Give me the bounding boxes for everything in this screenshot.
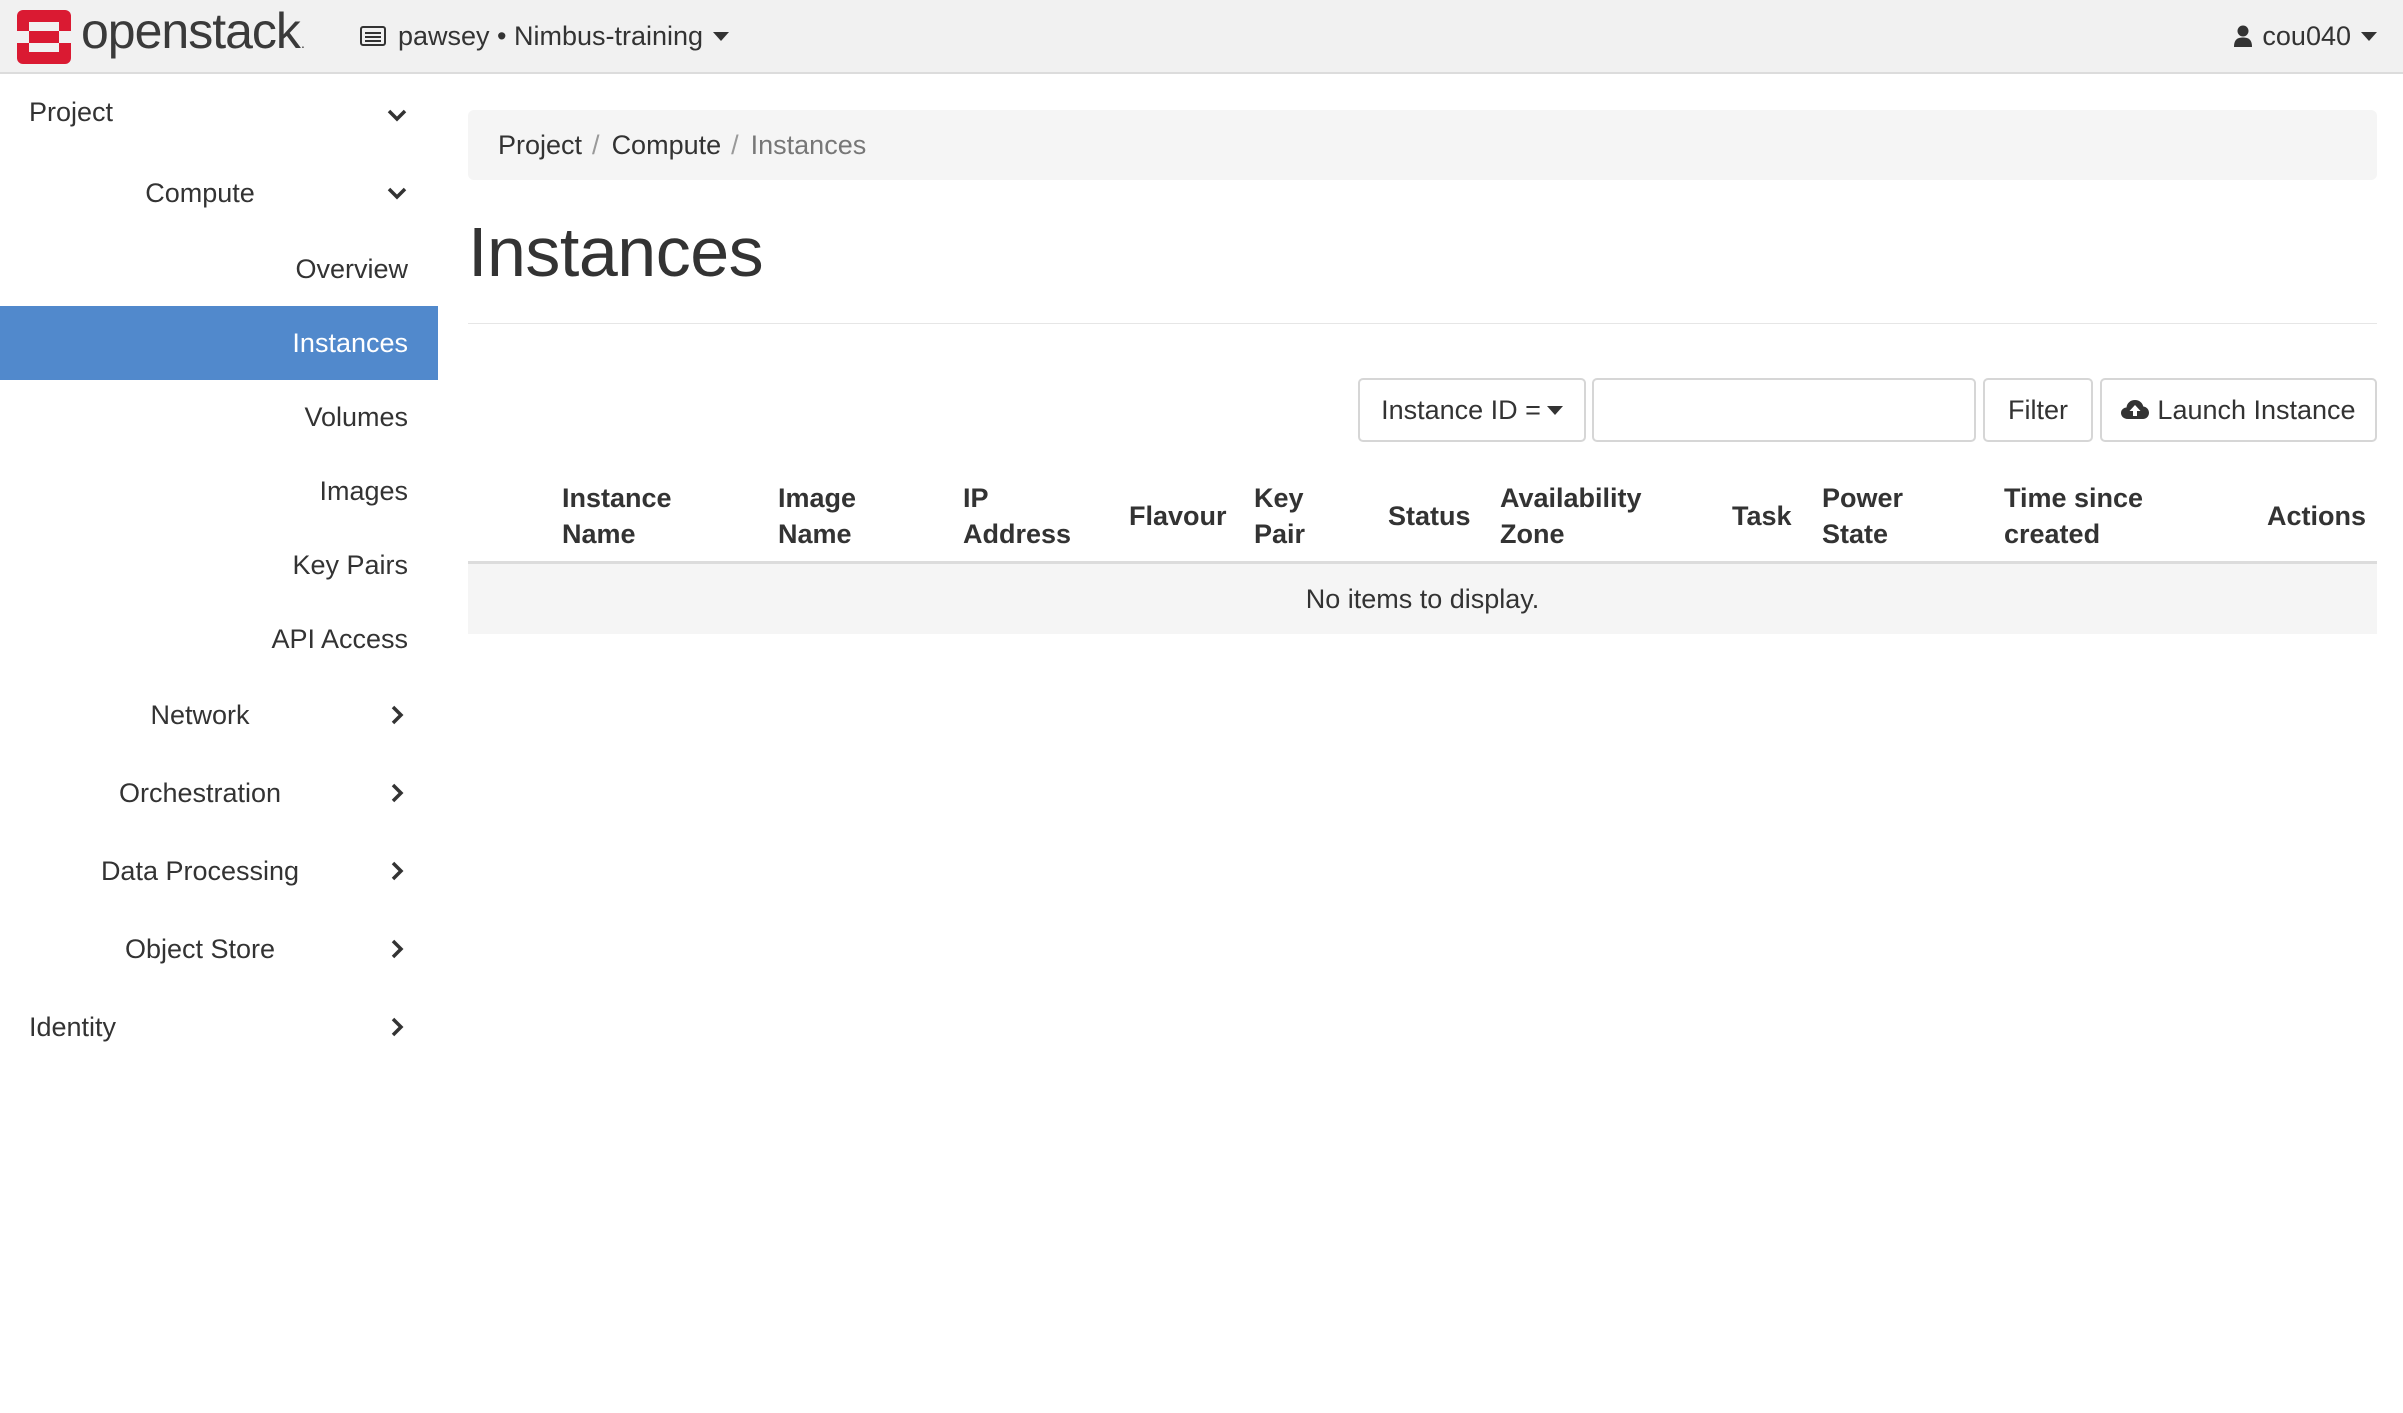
openstack-logo-icon	[17, 10, 71, 64]
sidebar-item-label: Compute	[145, 178, 255, 208]
sidebar-item-label: Project	[29, 97, 114, 127]
user-menu[interactable]: cou040	[2234, 16, 2377, 56]
user-name: cou040	[2262, 20, 2351, 51]
sidebar-item-label: Data Processing	[100, 856, 300, 886]
sidebar-item-object-store[interactable]: Object Store	[0, 910, 438, 988]
brand-name: openstack.	[81, 3, 305, 59]
chevron-down-icon	[387, 109, 407, 122]
column-header-status[interactable]: Status	[1388, 468, 1471, 564]
filter-field-select[interactable]: Instance ID =	[1358, 378, 1586, 442]
page-title: Instances	[468, 213, 764, 291]
chevron-right-icon	[391, 705, 404, 725]
caret-down-icon	[713, 31, 730, 41]
breadcrumb-current: Instances	[750, 130, 867, 160]
table-header: Instance Name Image Name IP Address Flav…	[468, 468, 2377, 564]
title-divider	[468, 323, 2377, 324]
breadcrumb: Project / Compute / Instances	[468, 110, 2377, 180]
breadcrumb-project[interactable]: Project	[498, 130, 582, 160]
chevron-right-icon	[391, 1017, 404, 1037]
column-header-actions: Actions	[2267, 501, 2367, 531]
column-header-time-since-created[interactable]: Time since created	[2004, 468, 2143, 564]
sidebar-item-label: Orchestration	[118, 778, 282, 808]
sidebar-item-label: Network	[150, 700, 250, 730]
launch-instance-button[interactable]: Launch Instance	[2100, 378, 2377, 442]
filter-input[interactable]	[1592, 378, 1976, 442]
column-header-instance-name[interactable]: Instance Name	[562, 468, 672, 564]
sidebar-item-network[interactable]: Network	[0, 676, 438, 754]
caret-down-icon	[2361, 31, 2377, 41]
column-header-power-state[interactable]: Power State	[1822, 468, 1903, 564]
sidebar-item-instances[interactable]: Instances	[0, 306, 438, 380]
sidebar-item-images[interactable]: Images	[0, 454, 438, 528]
filter-field-label: Instance ID =	[1381, 394, 1541, 425]
table-empty-message: No items to display.	[468, 564, 2377, 634]
sidebar-item-project[interactable]: Project	[0, 76, 438, 154]
top-navbar: openstack. pawsey • Nimbus-training cou0…	[0, 0, 2403, 74]
column-header-image-name[interactable]: Image Name	[778, 468, 856, 564]
project-selector[interactable]: pawsey • Nimbus-training	[360, 16, 730, 56]
caret-down-icon	[1546, 405, 1563, 415]
chevron-down-icon	[387, 187, 407, 200]
column-header-availability-zone[interactable]: Availability Zone	[1500, 468, 1642, 564]
column-header-flavour[interactable]: Flavour	[1129, 468, 1227, 564]
user-icon	[2234, 25, 2253, 47]
instances-table: Instance Name Image Name IP Address Flav…	[468, 468, 2377, 634]
sidebar-item-compute[interactable]: Compute	[0, 154, 438, 232]
sidebar: Project Compute Overview Instances Volum…	[0, 76, 438, 1066]
filter-button[interactable]: Filter	[1983, 378, 2093, 442]
sidebar-item-volumes[interactable]: Volumes	[0, 380, 438, 454]
project-selector-label: pawsey • Nimbus-training	[398, 20, 704, 51]
breadcrumb-separator: /	[731, 130, 739, 160]
sidebar-item-label: Object Store	[124, 934, 276, 964]
sidebar-item-overview[interactable]: Overview	[0, 232, 438, 306]
sidebar-item-key-pairs[interactable]: Key Pairs	[0, 528, 438, 602]
openstack-logo[interactable]: openstack.	[17, 4, 305, 64]
sidebar-item-label: Identity	[29, 1012, 117, 1042]
column-header-ip-address[interactable]: IP Address	[963, 468, 1071, 564]
chevron-right-icon	[391, 783, 404, 803]
sidebar-item-identity[interactable]: Identity	[0, 988, 438, 1066]
launch-instance-label: Launch Instance	[2157, 394, 2356, 425]
sidebar-item-api-access[interactable]: API Access	[0, 602, 438, 676]
chevron-right-icon	[391, 939, 404, 959]
column-header-task[interactable]: Task	[1732, 468, 1792, 564]
breadcrumb-compute[interactable]: Compute	[612, 130, 722, 160]
sidebar-item-orchestration[interactable]: Orchestration	[0, 754, 438, 832]
project-list-icon	[360, 26, 386, 46]
chevron-right-icon	[391, 861, 404, 881]
sidebar-item-data-processing[interactable]: Data Processing	[0, 832, 438, 910]
column-header-key-pair[interactable]: Key Pair	[1254, 468, 1305, 564]
cloud-upload-icon	[2121, 400, 2150, 419]
breadcrumb-separator: /	[592, 130, 600, 160]
